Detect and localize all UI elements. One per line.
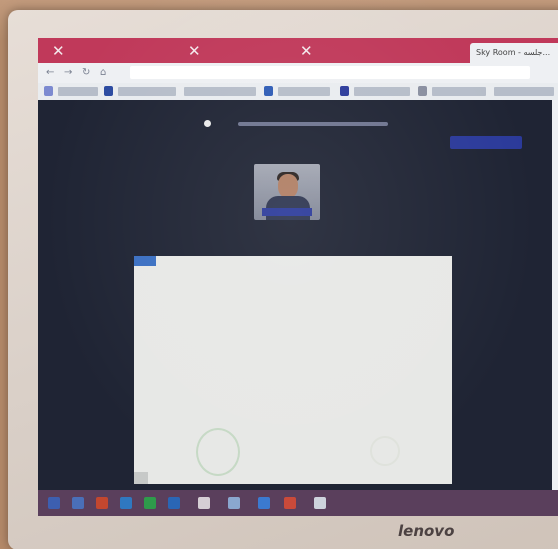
bookmark-item[interactable]	[184, 87, 256, 96]
bookmark-item[interactable]	[494, 87, 554, 96]
tab-close-icon[interactable]: ✕	[52, 41, 65, 61]
whiteboard-drawing	[196, 428, 240, 476]
webcam-name-tag	[262, 208, 312, 216]
whiteboard-corner-tab[interactable]	[134, 256, 156, 266]
browser-tab-strip: ✕ ✕ ✕ Sky Room - جلسه...	[38, 38, 558, 63]
bookmark-favicon-icon	[418, 86, 427, 96]
taskbar-app-icon[interactable]	[314, 497, 326, 509]
facebook-icon	[264, 86, 273, 96]
apps-icon[interactable]	[44, 86, 53, 96]
laptop-bezel: ✕ ✕ ✕ Sky Room - جلسه... ← → ↻ ⌂ lenovo	[8, 10, 558, 549]
shared-whiteboard[interactable]	[134, 256, 452, 484]
bookmark-item[interactable]	[354, 87, 410, 96]
home-icon[interactable]: ⌂	[100, 67, 106, 78]
bookmark-item[interactable]	[432, 87, 486, 96]
whiteboard-page-tab[interactable]	[134, 472, 148, 484]
taskbar-app-icon[interactable]	[228, 497, 240, 509]
bookmark-favicon-icon	[340, 86, 349, 96]
webcam-tile[interactable]	[254, 164, 320, 220]
url-field[interactable]	[130, 66, 530, 79]
bookmark-favicon-icon	[104, 86, 113, 96]
laptop-brand-logo: lenovo	[398, 522, 455, 540]
active-tab-label: Sky Room - جلسه...	[476, 48, 551, 57]
meeting-app: ◉ ↗ ◖	[38, 100, 558, 514]
webcam-person-head	[278, 174, 298, 198]
presenter-badge	[450, 136, 522, 149]
taskbar-app-icon[interactable]	[96, 497, 108, 509]
tab-close-icon[interactable]: ✕	[300, 41, 313, 61]
recording-dot-icon	[204, 120, 211, 127]
bookmark-item[interactable]	[58, 87, 98, 96]
taskbar-app-icon[interactable]	[120, 497, 132, 509]
laptop-screen: ✕ ✕ ✕ Sky Room - جلسه... ← → ↻ ⌂	[38, 38, 558, 516]
taskbar-app-icon[interactable]	[284, 497, 296, 509]
windows-taskbar	[38, 490, 558, 516]
bookmarks-bar	[38, 83, 558, 100]
forward-arrow-icon[interactable]: →	[64, 67, 72, 78]
room-title-bar	[238, 122, 388, 126]
photo-scene: ✕ ✕ ✕ Sky Room - جلسه... ← → ↻ ⌂ lenovo	[0, 0, 558, 549]
tab-active[interactable]: Sky Room - جلسه...	[470, 43, 558, 63]
taskbar-app-icon[interactable]	[72, 497, 84, 509]
taskbar-app-icon[interactable]	[198, 497, 210, 509]
taskbar-app-icon[interactable]	[168, 497, 180, 509]
whiteboard-drawing	[370, 436, 400, 466]
tab-close-icon[interactable]: ✕	[188, 41, 201, 61]
taskbar-app-icon[interactable]	[258, 497, 270, 509]
bookmark-item[interactable]	[278, 87, 330, 96]
bookmark-item[interactable]	[118, 87, 176, 96]
chat-side-panel	[552, 100, 558, 490]
taskbar-app-icon[interactable]	[144, 497, 156, 509]
browser-address-bar: ← → ↻ ⌂	[38, 63, 558, 83]
back-arrow-icon[interactable]: ←	[46, 67, 54, 78]
start-icon[interactable]	[48, 497, 60, 509]
reload-icon[interactable]: ↻	[82, 67, 90, 78]
